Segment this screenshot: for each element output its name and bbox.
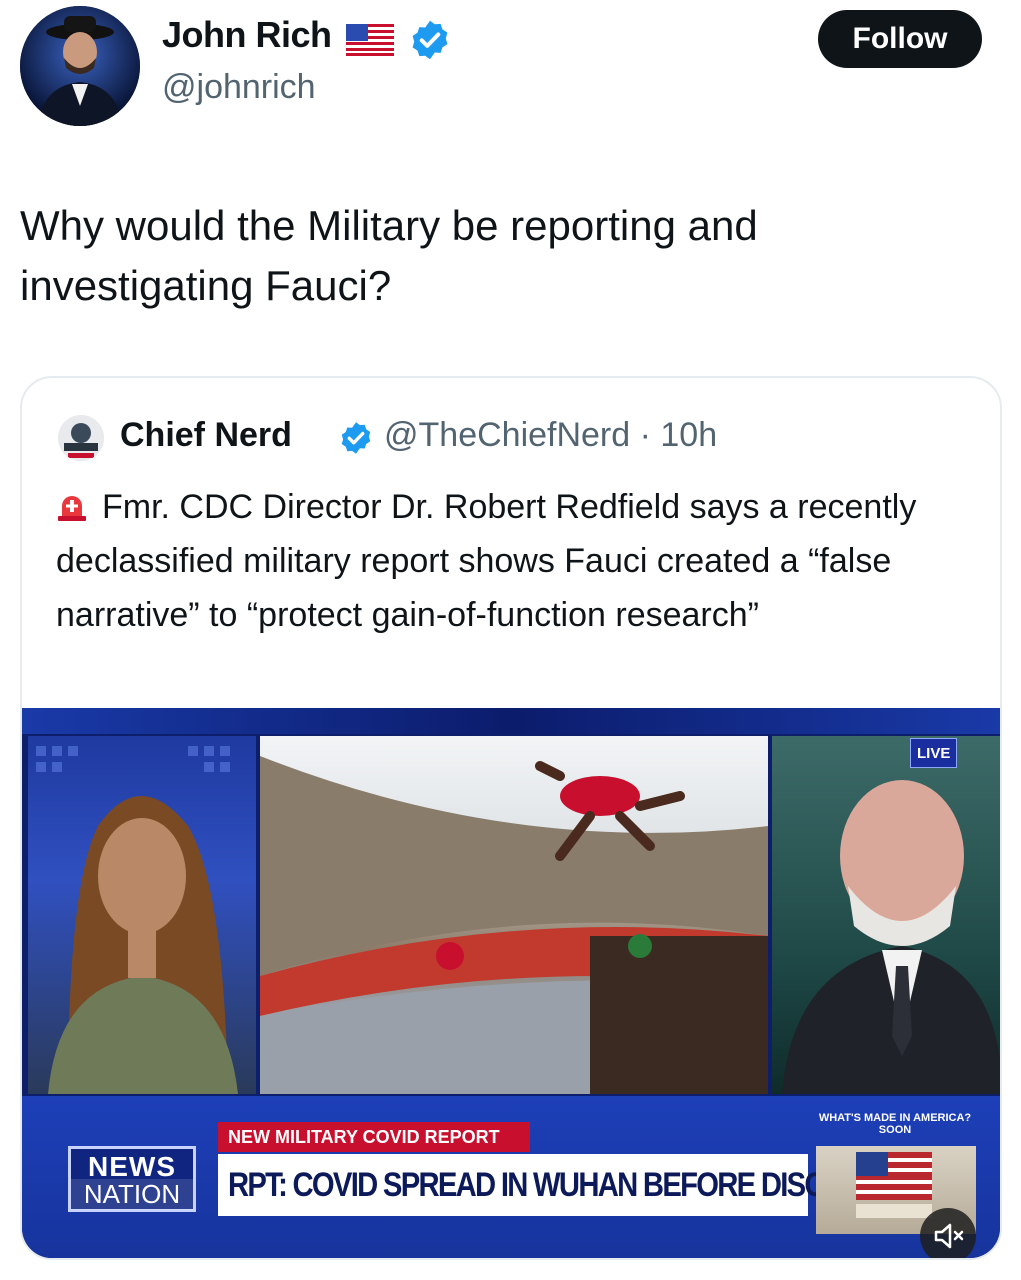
promo-line-1: WHAT'S MADE IN AMERICA?: [818, 1112, 972, 1124]
verified-badge-icon: [408, 18, 452, 62]
video-player[interactable]: LIVE NEWS NATION NEW MILITARY COVID REPO…: [22, 708, 1000, 1258]
network-logo: NEWS NATION: [68, 1146, 196, 1212]
quoted-post-card[interactable]: Chief Nerd @TheChiefNerd · 10h Fmr. CDC …: [20, 376, 1002, 1260]
mute-button[interactable]: [920, 1208, 976, 1258]
quoted-author-avatar[interactable]: [58, 415, 104, 461]
verified-badge-icon: [338, 420, 374, 456]
follow-button[interactable]: Follow: [818, 10, 982, 68]
video-top-stripe: [22, 708, 1000, 734]
quoted-post-text: Fmr. CDC Director Dr. Robert Redfield sa…: [56, 480, 986, 642]
network-logo-bottom: NATION: [71, 1179, 193, 1210]
author-avatar[interactable]: [20, 6, 140, 126]
mute-icon: [934, 1223, 964, 1249]
guest-panel: [772, 736, 1000, 1094]
author-handle[interactable]: @johnrich: [162, 68, 316, 107]
live-badge: LIVE: [910, 738, 958, 768]
anchor-panel: [28, 736, 256, 1094]
headline-text: RPT: COVID SPREAD IN WUHAN BEFORE DISCLO…: [228, 1165, 918, 1204]
quoted-handle-time[interactable]: @TheChiefNerd · 10h: [384, 416, 717, 455]
quoted-author-name[interactable]: Chief Nerd: [120, 416, 292, 455]
quoted-text-body: Fmr. CDC Director Dr. Robert Redfield sa…: [56, 488, 917, 634]
post-text: Why would the Military be reporting and …: [20, 202, 758, 309]
promo-text: WHAT'S MADE IN AMERICA? SOON: [812, 1112, 978, 1136]
author-name[interactable]: John Rich: [162, 14, 332, 56]
race-footage-panel: [260, 736, 768, 1094]
news-lower-third: NEWS NATION NEW MILITARY COVID REPORT RP…: [22, 1096, 1000, 1258]
siren-icon: [56, 484, 88, 521]
banner-tag: NEW MILITARY COVID REPORT: [218, 1122, 530, 1152]
headline-bar: RPT: COVID SPREAD IN WUHAN BEFORE DISCLO…: [218, 1154, 918, 1216]
promo-line-2: SOON: [878, 1124, 912, 1136]
us-flag-icon: [346, 24, 394, 56]
